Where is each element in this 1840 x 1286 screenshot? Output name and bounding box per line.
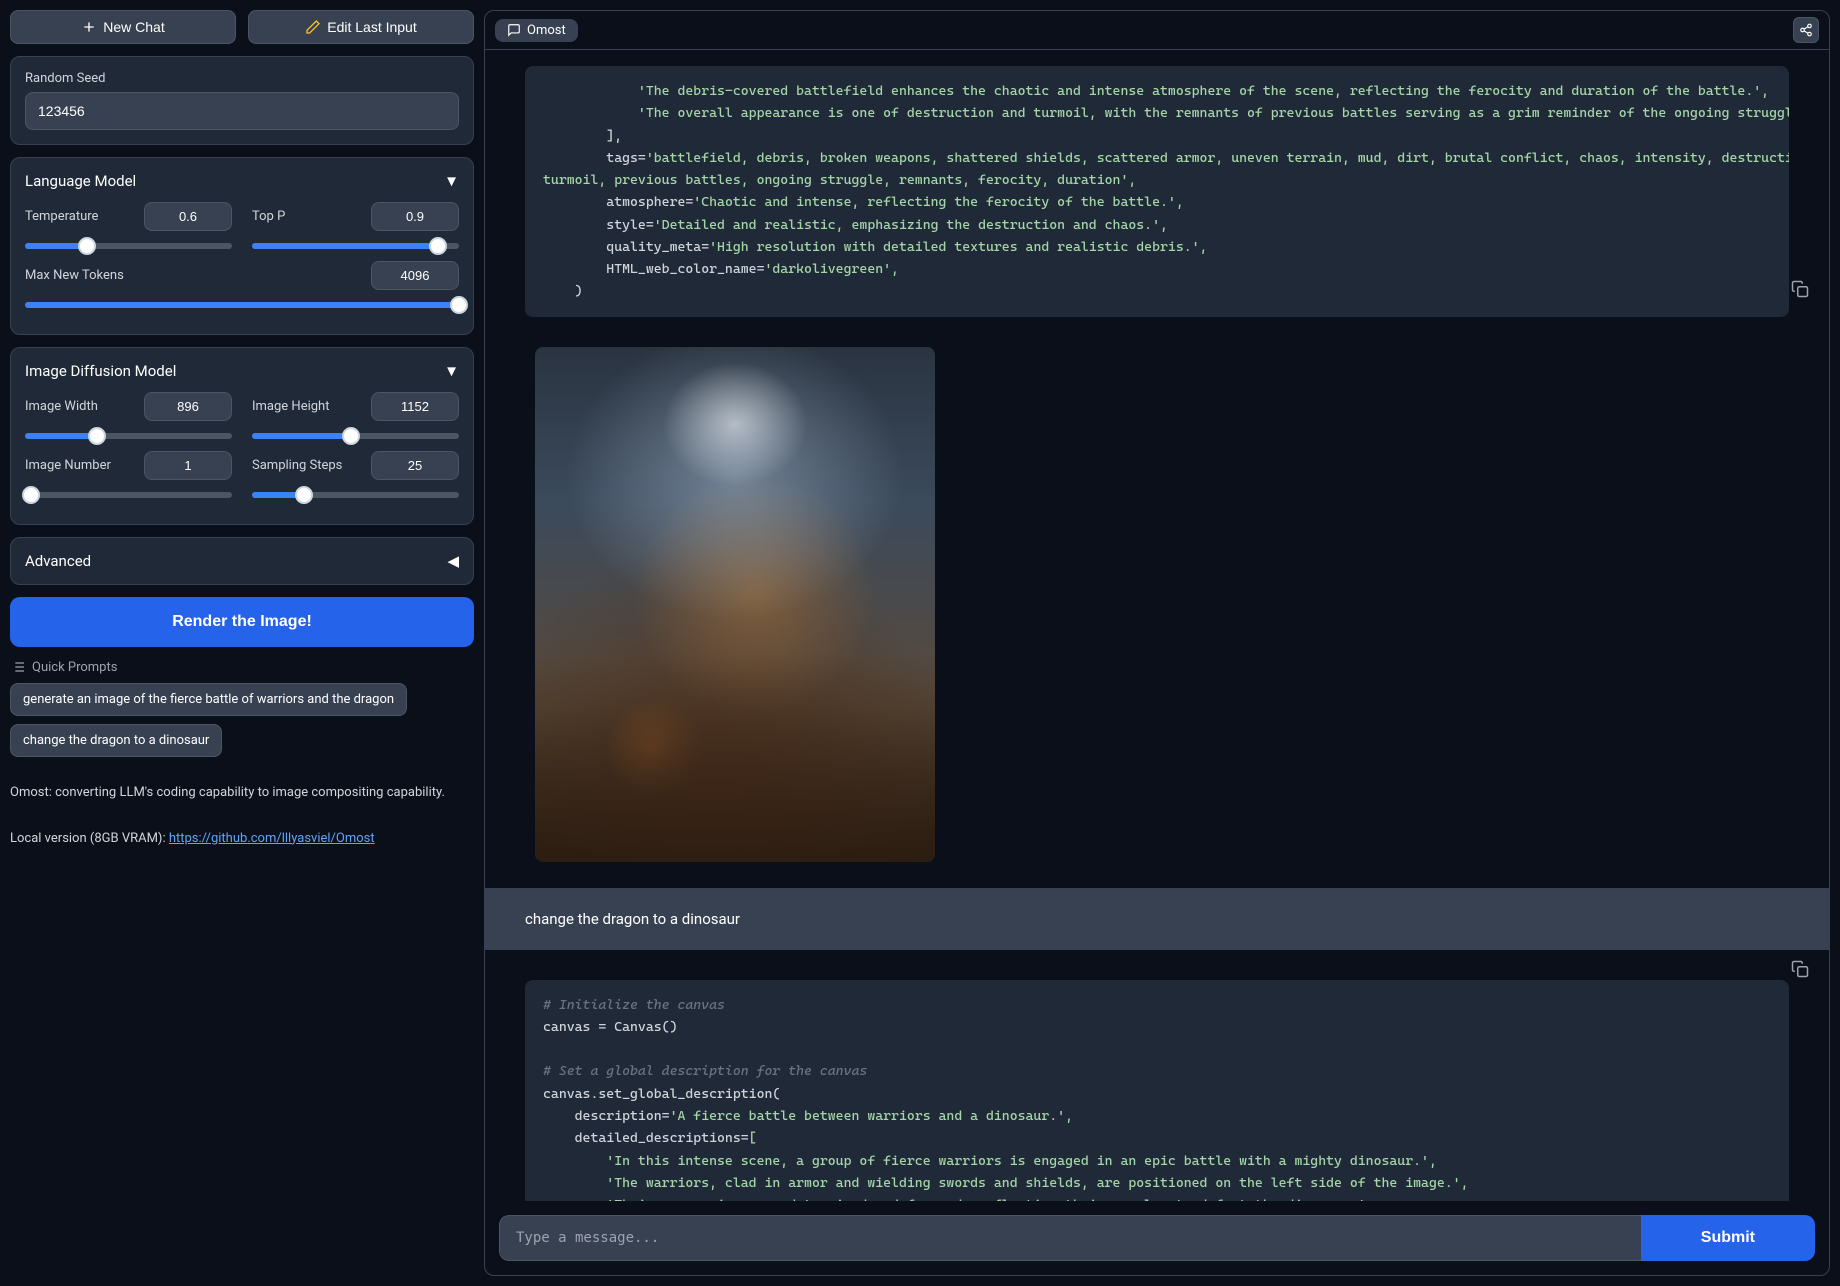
code-block: # Initialize the canvas canvas = Canvas(…: [525, 980, 1789, 1201]
info-local: Local version (8GB VRAM): https://github…: [10, 829, 474, 849]
imgheight-input[interactable]: [371, 392, 459, 421]
new-chat-label: New Chat: [103, 19, 164, 35]
share-icon: [1799, 23, 1813, 37]
temperature-input[interactable]: [144, 202, 232, 231]
local-link[interactable]: https://github.com/lllyasviel/Omost: [169, 831, 375, 846]
copy-icon: [1791, 960, 1809, 978]
pencil-icon: [305, 19, 321, 35]
copy-button[interactable]: [1791, 280, 1811, 300]
plus-icon: [81, 19, 97, 35]
quick-prompts-section: Quick Prompts generate an image of the f…: [10, 659, 474, 757]
imgwidth-label: Image Width: [25, 399, 98, 414]
user-message: change the dragon to a dinosaur: [485, 888, 1829, 950]
language-model-title: Language Model: [25, 172, 136, 190]
imgnumber-slider[interactable]: [25, 492, 232, 498]
input-bar: Submit: [485, 1201, 1829, 1275]
language-model-panel: Language Model ▼ Temperature: [10, 157, 474, 335]
temperature-label: Temperature: [25, 209, 98, 224]
assistant-message: # Initialize the canvas canvas = Canvas(…: [485, 950, 1829, 1201]
imgheight-label: Image Height: [252, 399, 329, 414]
copy-button[interactable]: [1757, 990, 1777, 1010]
steps-input[interactable]: [371, 451, 459, 480]
quick-prompts-header: Quick Prompts: [10, 659, 474, 675]
share-button[interactable]: [1793, 17, 1819, 43]
imgwidth-slider[interactable]: [25, 433, 232, 439]
topp-input[interactable]: [371, 202, 459, 231]
sidebar: New Chat Edit Last Input Random Seed Lan…: [10, 10, 474, 1276]
topp-slider[interactable]: [252, 243, 459, 249]
quick-prompts-title: Quick Prompts: [32, 660, 117, 675]
imgnumber-label: Image Number: [25, 458, 111, 473]
steps-label: Sampling Steps: [252, 458, 342, 473]
language-model-header[interactable]: Language Model ▼: [25, 172, 459, 190]
edit-last-label: Edit Last Input: [327, 19, 417, 35]
submit-button[interactable]: Submit: [1641, 1215, 1815, 1261]
steps-slider[interactable]: [252, 492, 459, 498]
maxtokens-label: Max New Tokens: [25, 268, 124, 283]
message-input[interactable]: [499, 1215, 1641, 1261]
imgnumber-input[interactable]: [144, 451, 232, 480]
new-chat-button[interactable]: New Chat: [10, 10, 236, 44]
copy-icon: [1791, 280, 1809, 298]
quick-prompt-item[interactable]: generate an image of the fierce battle o…: [10, 683, 407, 716]
quick-prompt-item[interactable]: change the dragon to a dinosaur: [10, 724, 222, 757]
advanced-header[interactable]: Advanced ◀: [25, 552, 459, 570]
assistant-message: 'The debris-covered battlefield enhances…: [485, 50, 1829, 888]
chevron-left-icon: ◀: [447, 552, 459, 570]
temperature-slider[interactable]: [25, 243, 232, 249]
topp-label: Top P: [252, 209, 285, 224]
user-message-text: change the dragon to a dinosaur: [525, 910, 740, 928]
info-description: Omost: converting LLM's coding capabilit…: [10, 783, 474, 803]
edit-last-button[interactable]: Edit Last Input: [248, 10, 474, 44]
image-diffusion-header[interactable]: Image Diffusion Model ▼: [25, 362, 459, 380]
chevron-down-icon: ▼: [444, 362, 459, 380]
generated-image[interactable]: [535, 347, 935, 862]
local-prefix: Local version (8GB VRAM):: [10, 831, 169, 846]
tab-omost[interactable]: Omost: [495, 19, 578, 42]
render-button[interactable]: Render the Image!: [10, 597, 474, 647]
advanced-title: Advanced: [25, 552, 91, 570]
chat-icon: [507, 23, 521, 37]
random-seed-panel: Random Seed: [10, 56, 474, 145]
list-icon: [10, 659, 26, 675]
seed-label: Random Seed: [25, 71, 459, 86]
imgheight-slider[interactable]: [252, 433, 459, 439]
maxtokens-slider[interactable]: [25, 302, 459, 308]
tab-label: Omost: [527, 23, 566, 38]
image-diffusion-panel: Image Diffusion Model ▼ Image Width: [10, 347, 474, 525]
code-block: 'The debris-covered battlefield enhances…: [525, 66, 1789, 317]
imgwidth-input[interactable]: [144, 392, 232, 421]
chevron-down-icon: ▼: [444, 172, 459, 190]
advanced-panel: Advanced ◀: [10, 537, 474, 585]
seed-input[interactable]: [25, 92, 459, 130]
maxtokens-input[interactable]: [371, 261, 459, 290]
copy-button[interactable]: [1791, 960, 1811, 980]
chat-scroll-area[interactable]: 'The debris-covered battlefield enhances…: [485, 50, 1829, 1201]
image-diffusion-title: Image Diffusion Model: [25, 362, 176, 380]
main-panel: Omost 'The debris-covered battlefield en…: [484, 10, 1830, 1276]
